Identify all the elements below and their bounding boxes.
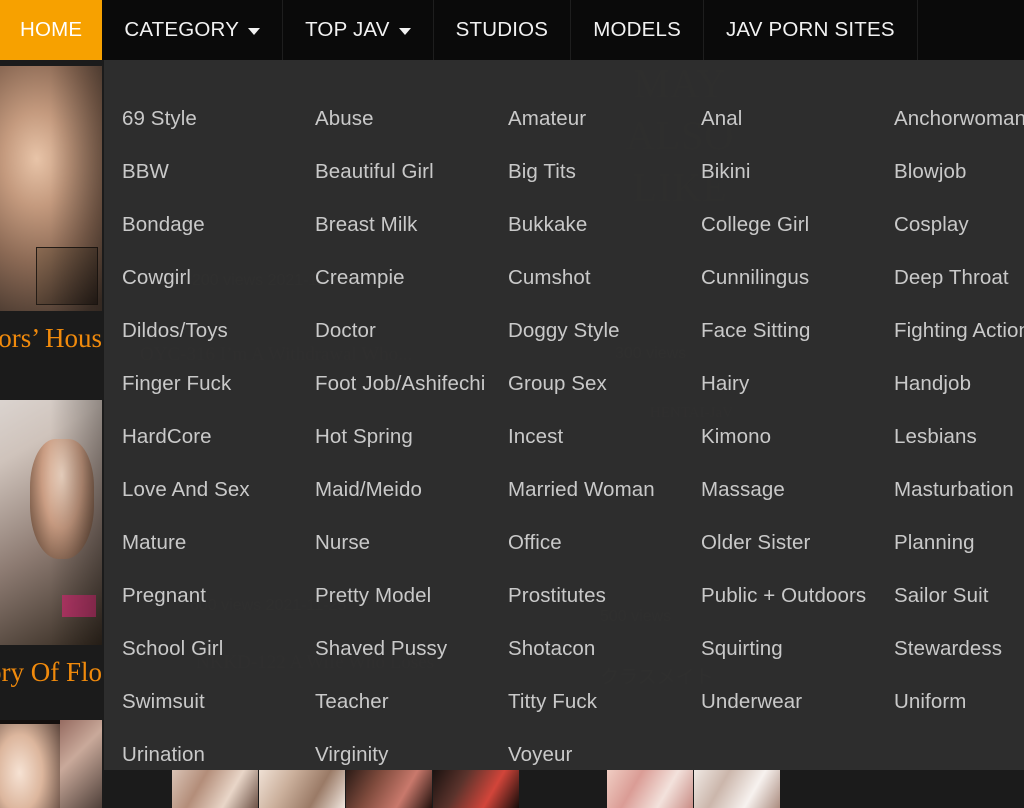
category-link[interactable]: HardCore <box>122 410 315 463</box>
category-link[interactable]: Dildos/Toys <box>122 304 315 357</box>
category-link[interactable]: Love And Sex <box>122 463 315 516</box>
nav-item-label: HOME <box>20 18 83 41</box>
category-link[interactable]: Finger Fuck <box>122 357 315 410</box>
category-link[interactable]: Handjob <box>894 357 1024 410</box>
video-title[interactable]: bors’ Hous <box>0 321 102 355</box>
category-link[interactable]: Shaved Pussy <box>315 622 508 675</box>
category-link[interactable]: Titty Fuck <box>508 675 701 728</box>
category-link[interactable]: Group Sex <box>508 357 701 410</box>
category-link[interactable]: Big Tits <box>508 145 701 198</box>
video-thumbnail[interactable] <box>0 66 102 311</box>
category-link[interactable]: Massage <box>701 463 894 516</box>
nav-item-studios[interactable]: STUDIOS <box>434 0 572 60</box>
video-card[interactable]: bors’ Hous <box>0 66 102 355</box>
category-link-grid: 69 Style Abuse Amateur Anal Anchorwoman BBW Be… <box>104 78 1024 781</box>
category-link[interactable]: Voyeur <box>508 728 701 781</box>
nav-item-label: STUDIOS <box>455 18 549 41</box>
category-link[interactable]: Urination <box>122 728 315 781</box>
nav-item-models[interactable]: MODELS <box>571 0 704 60</box>
category-link[interactable]: BBW <box>122 145 315 198</box>
category-link[interactable]: Lesbians <box>894 410 1024 463</box>
category-link[interactable]: College Girl <box>701 198 894 251</box>
category-link[interactable]: Planning <box>894 516 1024 569</box>
category-link[interactable]: Masturbation <box>894 463 1024 516</box>
category-link[interactable]: Anal <box>701 92 894 145</box>
category-link[interactable]: Pregnant <box>122 569 315 622</box>
category-link[interactable]: Doggy Style <box>508 304 701 357</box>
category-link[interactable]: Shotacon <box>508 622 701 675</box>
category-link[interactable]: Cowgirl <box>122 251 315 304</box>
category-link[interactable]: Virginity <box>315 728 508 781</box>
nav-item-jav-porn-sites[interactable]: JAV PORN SITES <box>704 0 918 60</box>
nav-item-label: JAV PORN SITES <box>725 18 895 41</box>
category-link[interactable]: Cosplay <box>894 198 1024 251</box>
category-link[interactable]: Kimono <box>701 410 894 463</box>
category-link[interactable]: Bondage <box>122 198 315 251</box>
category-link[interactable]: Abuse <box>315 92 508 145</box>
video-thumbnail[interactable]: 私を <box>0 720 102 808</box>
chevron-down-icon <box>248 28 261 35</box>
nav-item-category[interactable]: CATEGORY <box>102 0 284 60</box>
category-link[interactable]: Anchorwoman <box>894 92 1024 145</box>
category-link[interactable]: Face Sitting <box>701 304 894 357</box>
category-link[interactable]: Teacher <box>315 675 508 728</box>
category-link[interactable]: Bikini <box>701 145 894 198</box>
category-link[interactable]: Creampie <box>315 251 508 304</box>
category-link[interactable]: Public + Outdoors <box>701 569 894 622</box>
category-link[interactable]: 69 Style <box>122 92 315 145</box>
category-link[interactable]: Stewardess <box>894 622 1024 675</box>
page-root: MAY ALSO LIKE bors’ Hous tory Of Flo 私を <box>0 0 1024 808</box>
category-link[interactable]: Sailor Suit <box>894 569 1024 622</box>
nav-item-label: TOP JAV <box>305 18 390 41</box>
nav-item-label: MODELS <box>593 18 681 41</box>
category-link[interactable]: Squirting <box>701 622 894 675</box>
chevron-down-icon <box>398 28 411 35</box>
category-link[interactable]: Prostitutes <box>508 569 701 622</box>
category-link[interactable]: Pretty Model <box>315 569 508 622</box>
navbar-empty-space <box>918 0 1024 60</box>
video-card[interactable]: tory Of Flo <box>0 400 102 689</box>
category-link[interactable]: Doctor <box>315 304 508 357</box>
category-link[interactable]: Office <box>508 516 701 569</box>
category-link[interactable]: Beautiful Girl <box>315 145 508 198</box>
category-link[interactable]: School Girl <box>122 622 315 675</box>
category-link[interactable]: Fighting Action <box>894 304 1024 357</box>
category-link[interactable]: Underwear <box>701 675 894 728</box>
category-link[interactable]: Swimsuit <box>122 675 315 728</box>
category-link[interactable]: Cunnilingus <box>701 251 894 304</box>
category-link[interactable]: Foot Job/Ashifechi <box>315 357 508 410</box>
nav-item-host: HOME CATEGORY TOP JAV STUDIOS MODELS JAV PORN… <box>0 0 918 60</box>
nav-item-label: CATEGORY <box>124 18 240 41</box>
category-mega-dropdown[interactable]: 69 Style Abuse Amateur Anal Anchorwoman BBW Be… <box>104 60 1024 770</box>
category-link[interactable]: Breast Milk <box>315 198 508 251</box>
category-link[interactable]: Bukkake <box>508 198 701 251</box>
category-link[interactable]: Maid/Meido <box>315 463 508 516</box>
main-navigation-bar: HOME CATEGORY TOP JAV STUDIOS MODELS JAV PORN… <box>0 0 1024 60</box>
category-link[interactable]: Uniform <box>894 675 1024 728</box>
category-link[interactable]: Older Sister <box>701 516 894 569</box>
category-link[interactable]: Cumshot <box>508 251 701 304</box>
category-link[interactable]: Deep Throat <box>894 251 1024 304</box>
category-link[interactable]: Hairy <box>701 357 894 410</box>
category-link[interactable]: Hot Spring <box>315 410 508 463</box>
category-link[interactable]: Mature <box>122 516 315 569</box>
category-link[interactable]: Amateur <box>508 92 701 145</box>
category-link[interactable]: Incest <box>508 410 701 463</box>
video-title[interactable]: tory Of Flo <box>0 655 102 689</box>
video-card[interactable]: 私を <box>0 720 102 808</box>
nav-item-top-jav[interactable]: TOP JAV <box>283 0 434 60</box>
category-link[interactable]: Married Woman <box>508 463 701 516</box>
nav-item-home[interactable]: HOME <box>0 0 103 60</box>
category-link[interactable]: Nurse <box>315 516 508 569</box>
video-thumbnail[interactable] <box>0 400 102 645</box>
category-link[interactable]: Blowjob <box>894 145 1024 198</box>
